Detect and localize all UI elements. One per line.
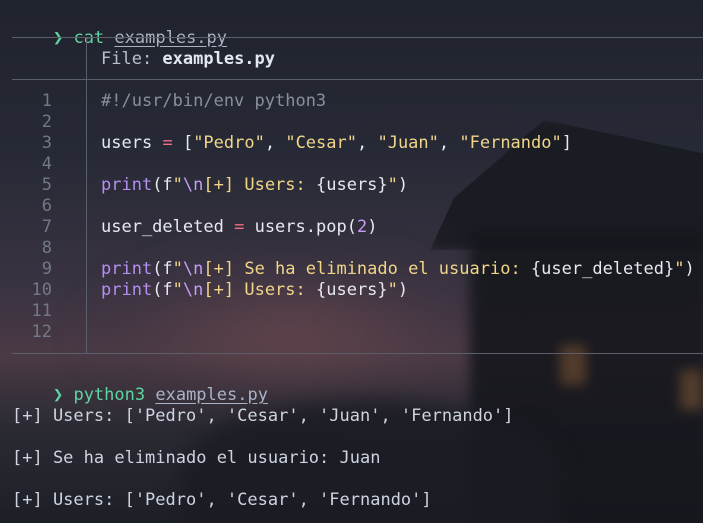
code-token: 2 (356, 217, 368, 237)
footer-divider (12, 353, 703, 354)
terminal-window[interactable]: ❯ cat examples.py File: examples.py 1 2 … (0, 0, 703, 523)
code-token: "Cesar" (285, 133, 357, 153)
command-name: python3 (73, 385, 146, 405)
output-line: [+] Se ha eliminado el usuario: Juan (12, 448, 381, 468)
code-token: print (101, 280, 153, 300)
line-number: 10 (31, 280, 52, 300)
code-token: \n (182, 280, 204, 300)
line-number: 8 (41, 238, 52, 258)
code-token: users (101, 133, 153, 153)
code-token: = (162, 133, 173, 153)
code-token: " (674, 259, 685, 279)
file-header: File: examples.py (101, 49, 275, 70)
code-token: {users} (316, 175, 388, 195)
header-gutter-divider (86, 37, 87, 79)
line-number: 5 (41, 175, 52, 195)
code-token: \n (182, 259, 204, 279)
code-line-print-users: print(f"\n[+] Users: {users}") (101, 175, 408, 196)
code-token: {user_deleted} (530, 259, 675, 279)
line-number: 4 (41, 154, 52, 174)
code-token: " (387, 280, 398, 300)
prompt-arrow-icon: ❯ (52, 28, 64, 48)
output-line: [+] Users: ['Pedro', 'Cesar', 'Juan', 'F… (12, 406, 514, 426)
code-line-print-users-2: print(f"\n[+] Users: {users}") (101, 280, 408, 301)
file-name: examples.py (162, 49, 276, 69)
code-token: (f (152, 259, 173, 279)
code-token: " (172, 175, 183, 195)
code-line-shebang: #!/usr/bin/env python3 (101, 91, 326, 112)
code-token: {users} (316, 280, 388, 300)
code-token: ) (397, 280, 409, 300)
line-number: 3 (41, 133, 52, 153)
output-line: [+] Users: ['Pedro', 'Cesar', 'Fernando'… (12, 490, 432, 510)
code-token: ) (367, 217, 378, 237)
command-argument-link[interactable]: examples.py (155, 385, 268, 405)
shebang-comment: #!/usr/bin/env python3 (101, 91, 327, 111)
code-token: ] (561, 133, 572, 153)
command-name: cat (73, 28, 105, 48)
file-label: File: (101, 49, 163, 69)
code-line-users-list: users = ["Pedro", "Cesar", "Juan", "Fern… (101, 133, 572, 154)
header-top-divider (12, 37, 703, 38)
line-number: 2 (41, 112, 52, 132)
code-token: , (264, 133, 286, 153)
code-token: = (234, 217, 245, 237)
code-token: ) (684, 259, 695, 279)
code-token: " (172, 259, 183, 279)
code-token: (f (152, 175, 173, 195)
code-token: print (101, 175, 153, 195)
code-line-pop: user_deleted = users.pop(2) (101, 217, 377, 238)
code-token: [+] Users: (203, 175, 316, 195)
code-token: users.pop( (254, 217, 357, 237)
line-number: 12 (31, 322, 52, 342)
line-number: 11 (31, 301, 52, 321)
code-token: [+] Users: (203, 280, 316, 300)
command-argument-link[interactable]: examples.py (114, 28, 227, 48)
line-number: 9 (41, 259, 52, 279)
code-token: \n (182, 175, 204, 195)
code-token: " (172, 280, 183, 300)
code-token: print (101, 259, 153, 279)
gutter-divider (86, 79, 87, 353)
line-number: 1 (41, 91, 52, 111)
code-token: , (356, 133, 378, 153)
code-token: " (387, 175, 398, 195)
line-number: 6 (41, 196, 52, 216)
code-token: , (438, 133, 460, 153)
code-token: "Fernando" (459, 133, 562, 153)
code-token: [+] Se ha eliminado el usuario: (203, 259, 531, 279)
code-token: ) (397, 175, 409, 195)
code-token: "Juan" (377, 133, 439, 153)
line-number: 7 (41, 217, 52, 237)
code-token: "Pedro" (193, 133, 265, 153)
code-token: (f (152, 280, 173, 300)
code-token: [ (182, 133, 194, 153)
code-line-print-deleted: print(f"\n[+] Se ha eliminado el usuario… (101, 259, 695, 280)
prompt-arrow-icon: ❯ (52, 385, 64, 405)
header-bottom-divider (12, 79, 703, 80)
code-token: user_deleted (101, 217, 224, 237)
